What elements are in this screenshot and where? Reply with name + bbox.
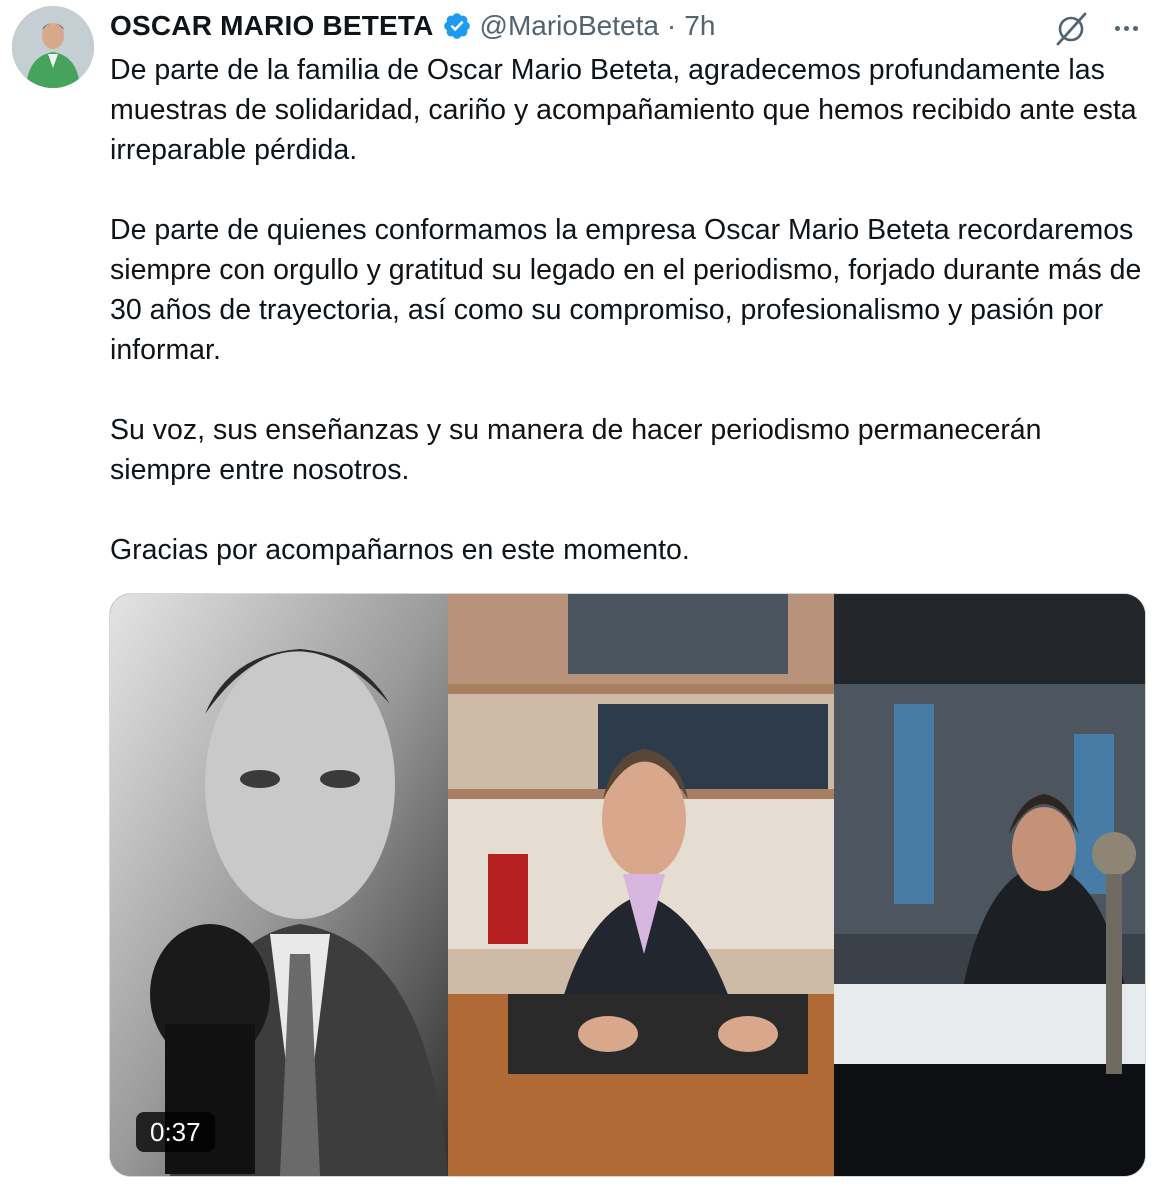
- more-dot-2: [1123, 25, 1129, 31]
- tweet-paragraph: Su voz, sus enseñanzas y su manera de ha…: [110, 414, 1042, 486]
- tweet-header: OSCAR MARIO BETETA @MarioBeteta · 7h: [110, 8, 715, 44]
- more-dot-3: [1132, 25, 1138, 31]
- more-dot-1: [1114, 25, 1120, 31]
- grok-icon[interactable]: [1052, 10, 1090, 48]
- tweet-paragraph: De parte de quienes conformamos la empre…: [110, 214, 1142, 366]
- video-frame-radio-studio: [834, 594, 1145, 1176]
- avatar[interactable]: [12, 6, 94, 88]
- tweet-paragraph: Gracias por acompañarnos en este momento…: [110, 534, 690, 566]
- tweet-text: De parte de la familia de Oscar Mario Be…: [110, 50, 1150, 570]
- verified-badge-icon: [442, 11, 472, 41]
- author-handle[interactable]: @MarioBeteta: [480, 10, 659, 42]
- tweet-timestamp[interactable]: 7h: [684, 10, 715, 42]
- video-player[interactable]: 0:37: [109, 593, 1146, 1177]
- video-duration-badge: 0:37: [136, 1112, 215, 1152]
- tweet-paragraph: De parte de la familia de Oscar Mario Be…: [110, 54, 1137, 166]
- video-frame-black-and-white-portrait: [110, 594, 448, 1176]
- separator-dot: ·: [666, 10, 677, 41]
- video-frame-office-portrait: [448, 594, 834, 1176]
- author-name[interactable]: OSCAR MARIO BETETA: [110, 10, 434, 42]
- more-options-icon[interactable]: [1108, 12, 1144, 44]
